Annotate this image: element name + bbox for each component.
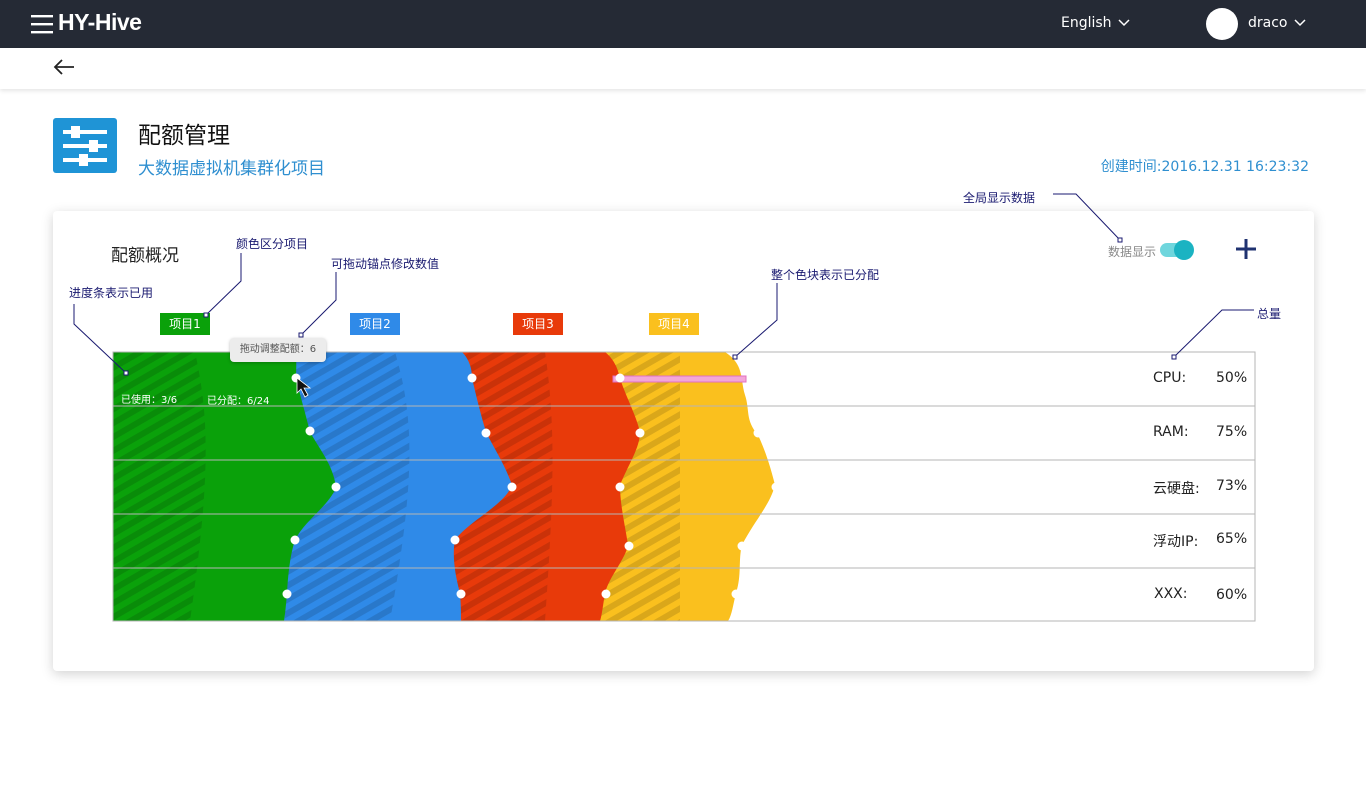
sub-toolbar	[0, 48, 1366, 89]
anchor-handle[interactable]	[456, 589, 466, 599]
chevron-down-icon	[1118, 19, 1130, 27]
legend-project-3[interactable]: 项目3	[513, 313, 563, 335]
legend-project-2[interactable]: 项目2	[350, 313, 400, 335]
anchor-handle[interactable]	[282, 589, 292, 599]
legend-project-4[interactable]: 项目4	[649, 313, 699, 335]
app-logo[interactable]: HY-Hive	[58, 9, 142, 36]
anchor-handle[interactable]	[753, 428, 763, 438]
resource-name-xxx: XXX:	[1154, 586, 1188, 602]
anchor-handle[interactable]	[290, 535, 300, 545]
top-navigation-bar: HY-Hive English draco	[0, 0, 1366, 48]
add-icon[interactable]	[1233, 236, 1259, 262]
annotation-global-display: 全局显示数据	[963, 191, 1036, 205]
resource-percent-ram: 75%	[1216, 424, 1248, 440]
drag-tooltip: 拖动调整配额：6	[230, 338, 326, 362]
anchor-handle[interactable]	[635, 428, 645, 438]
anchor-handle[interactable]	[305, 426, 315, 436]
used-label: 已使用：3/6	[121, 395, 178, 406]
language-selector[interactable]: English	[1061, 15, 1130, 31]
language-label: English	[1061, 15, 1112, 31]
annotation-color-projects: 颜色区分项目	[236, 237, 309, 251]
anchor-handle[interactable]	[615, 482, 625, 492]
anchor-handle[interactable]	[450, 535, 460, 545]
resource-percent-cpu: 50%	[1216, 370, 1248, 386]
legend-project-1[interactable]: 项目1	[160, 313, 210, 335]
resource-name-cpu: CPU:	[1153, 370, 1187, 386]
resource-percent-floating-ip: 65%	[1216, 531, 1248, 547]
data-display-label: 数据显示	[1108, 245, 1157, 259]
annotation-total: 总量	[1257, 307, 1282, 321]
anchor-handle[interactable]	[737, 541, 747, 551]
resource-percent-xxx: 60%	[1216, 587, 1248, 603]
resource-percent-disk: 73%	[1216, 478, 1248, 494]
anchor-handle[interactable]	[731, 589, 741, 599]
user-menu[interactable]: draco	[1248, 15, 1306, 31]
card-title: 配额概况	[111, 246, 179, 266]
anchor-handle[interactable]	[601, 589, 611, 599]
project-name: 大数据虚拟机集群化项目	[138, 159, 325, 179]
allocated-label: 已分配：6/24	[207, 396, 270, 407]
anchor-handle[interactable]	[467, 373, 477, 383]
resource-name-disk: 云硬盘:	[1153, 481, 1200, 497]
menu-icon[interactable]	[31, 14, 53, 34]
anchor-handle[interactable]	[291, 373, 301, 383]
back-arrow-icon[interactable]	[52, 56, 78, 78]
user-name: draco	[1248, 15, 1288, 31]
annotation-drag-anchor: 可拖动锚点修改数值	[331, 257, 440, 271]
resource-name-floating-ip: 浮动IP:	[1153, 534, 1199, 550]
quota-overview-card	[53, 211, 1314, 671]
anchor-handle[interactable]	[331, 482, 341, 492]
page-title: 配额管理	[138, 123, 230, 149]
chevron-down-icon	[1294, 19, 1306, 27]
toggle-knob	[1174, 240, 1194, 260]
resource-name-ram: RAM:	[1153, 424, 1189, 440]
quota-settings-icon	[53, 118, 117, 173]
annotation-progress-used: 进度条表示已用	[69, 286, 154, 300]
data-display-toggle[interactable]	[1160, 240, 1194, 260]
annotation-whole-block: 整个色块表示已分配	[771, 268, 880, 282]
created-time: 创建时间:2016.12.31 16:23:32	[1100, 159, 1309, 175]
anchor-handle[interactable]	[615, 373, 625, 383]
anchor-handle[interactable]	[771, 482, 781, 492]
user-avatar[interactable]	[1206, 8, 1238, 40]
anchor-handle[interactable]	[481, 428, 491, 438]
anchor-handle[interactable]	[624, 541, 634, 551]
anchor-handle[interactable]	[507, 482, 517, 492]
